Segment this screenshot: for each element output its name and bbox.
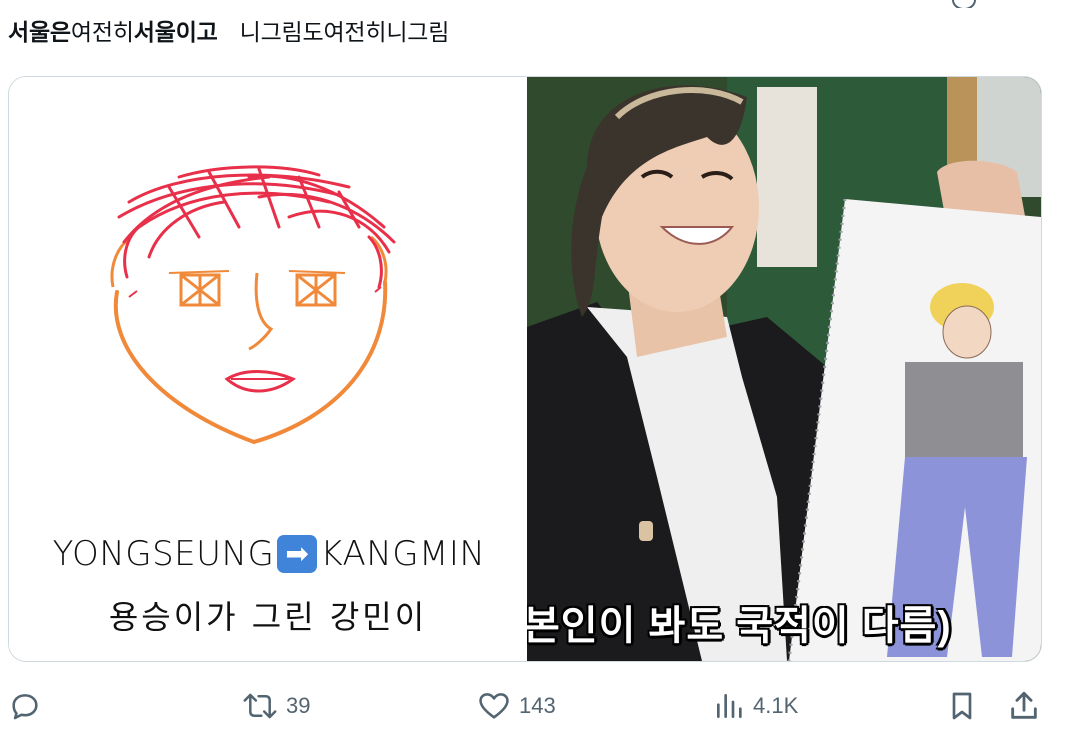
cutoff-icon xyxy=(952,0,976,8)
share-icon xyxy=(1011,691,1037,719)
tweet-text: 서울은여전히서울이고 니그림도여전히니그림 xyxy=(8,16,449,48)
media-image[interactable]: YONGSEUNG ➡ KANGMIN 용승이가 그린 강민이 본인이 봐도 국… xyxy=(8,76,1042,662)
like-button[interactable]: 143 xyxy=(477,676,556,736)
tweet-text-normal-2: 니그림도여전히니그림 xyxy=(239,19,450,45)
bookmark-icon xyxy=(952,692,972,720)
arrow-right-icon: ➡ xyxy=(277,535,318,573)
caption-english: YONGSEUNG ➡ KANGMIN xyxy=(19,533,519,575)
views-count: 4.1K xyxy=(753,693,799,718)
tweet-text-bold-2: 서울이고 xyxy=(133,19,218,45)
retweet-button[interactable]: 39 xyxy=(242,676,310,736)
drawing-panel: YONGSEUNG ➡ KANGMIN 용승이가 그린 강민이 xyxy=(9,77,527,661)
share-button[interactable] xyxy=(1007,676,1041,736)
views-button[interactable]: 4.1K xyxy=(713,676,798,736)
tweet-actions-bar: 39 143 4.1K xyxy=(0,676,1068,736)
caption-to-name: KANGMIN xyxy=(320,534,486,574)
tweet-text-normal-1: 여전히 xyxy=(70,19,134,45)
caption-from-name: YONGSEUNG xyxy=(52,534,275,574)
like-count: 143 xyxy=(519,693,556,718)
tweet-text-bold-1: 서울은 xyxy=(8,19,71,45)
video-subtitle: 본인이 봐도 국적이 다름) xyxy=(527,604,952,648)
views-chart-icon xyxy=(717,694,742,718)
heart-icon xyxy=(479,693,509,719)
reply-icon xyxy=(12,694,38,720)
previous-tweet-cutoff xyxy=(0,0,1068,8)
reply-button[interactable] xyxy=(8,676,42,736)
person-photo xyxy=(527,77,1041,661)
caption-korean: 용승이가 그린 강민이 xyxy=(108,598,428,636)
retweet-count: 39 xyxy=(286,693,311,718)
retweet-icon xyxy=(243,693,277,719)
bookmark-button[interactable] xyxy=(946,676,978,736)
face-drawing xyxy=(110,165,396,445)
photo-panel: 본인이 봐도 국적이 다름) xyxy=(527,77,1041,661)
